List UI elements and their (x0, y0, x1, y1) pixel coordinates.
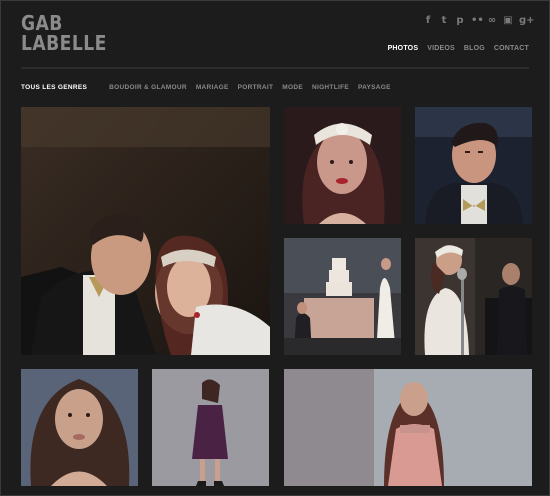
gallery-photo-bride-singing[interactable] (415, 238, 532, 355)
main-nav: PHOTOS VIDEOS BLOG CONTACT (388, 45, 529, 52)
filter-boudoir[interactable]: BOUDOIR & GLAMOUR (109, 84, 187, 91)
gallery-photo-woman-purple-dress[interactable] (152, 369, 269, 486)
google-plus-icon[interactable]: g+ (519, 15, 535, 26)
filter-all[interactable]: TOUS LES GENRES (21, 84, 87, 91)
nav-blog[interactable]: BLOG (464, 45, 485, 52)
filter-portrait[interactable]: PORTRAIT (238, 84, 274, 91)
filter-paysage[interactable]: PAYSAGE (358, 84, 391, 91)
filter-nightlife[interactable]: NIGHTLIFE (312, 84, 349, 91)
gallery-photo-woman-pink-dress[interactable] (284, 369, 532, 486)
gallery-photo-groom[interactable] (415, 107, 532, 224)
genre-filters: TOUS LES GENRES BOUDOIR & GLAMOUR MARIAG… (21, 84, 400, 91)
filter-mariage[interactable]: MARIAGE (196, 84, 229, 91)
gallery-photo-bride-headband[interactable] (284, 107, 401, 224)
page: GAB LABELLE f t p •• ∞ ▣ g+ PHOTOS VIDEO… (0, 0, 550, 496)
site-logo[interactable]: GAB LABELLE (21, 13, 107, 53)
filter-mode[interactable]: MODE (282, 84, 303, 91)
gallery-photo-wedding-cake[interactable] (284, 238, 401, 355)
header-divider (21, 67, 529, 69)
gallery-photo-couple[interactable] (21, 107, 270, 355)
logo-line-1: GAB (21, 11, 63, 35)
infinity-icon[interactable]: ∞ (487, 15, 497, 26)
nav-photos[interactable]: PHOTOS (388, 45, 419, 52)
gallery-photo-woman-portrait[interactable] (21, 369, 138, 486)
logo-line-2: LABELLE (21, 31, 107, 55)
nav-videos[interactable]: VIDEOS (427, 45, 455, 52)
pinterest-icon[interactable]: p (455, 15, 465, 26)
facebook-icon[interactable]: f (423, 15, 433, 26)
social-links: f t p •• ∞ ▣ g+ (423, 15, 535, 26)
nav-contact[interactable]: CONTACT (494, 45, 529, 52)
twitter-icon[interactable]: t (439, 15, 449, 26)
instagram-icon[interactable]: ▣ (503, 15, 513, 26)
flickr-icon[interactable]: •• (471, 15, 484, 26)
